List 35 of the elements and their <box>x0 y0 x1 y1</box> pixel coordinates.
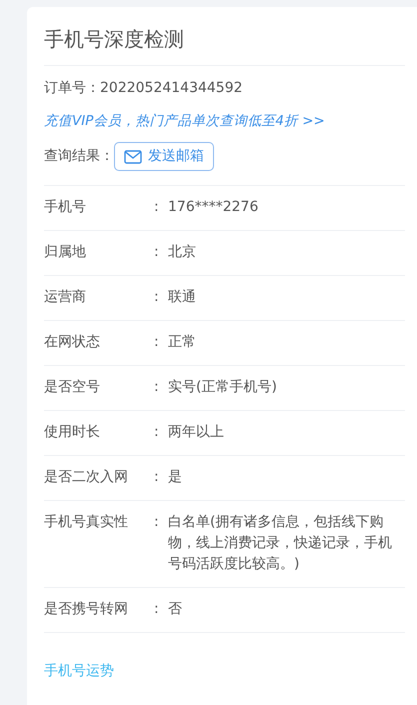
field-value: 176****2276 <box>168 198 260 217</box>
field-label: 运营商 <box>44 288 87 307</box>
colon: : <box>154 423 160 442</box>
order-number: 2022052414344592 <box>100 80 243 96</box>
colon: : <box>154 333 160 352</box>
colon: : <box>154 243 160 262</box>
field-value: 两年以上 <box>168 423 225 442</box>
field-value: 实号(正常手机号) <box>168 378 278 397</box>
result-label: 查询结果： <box>44 147 114 166</box>
field-label: 是否携号转网 <box>44 600 129 619</box>
vip-promo-link[interactable]: 充值VIP会员，热门产品单次查询低至4折 >> <box>44 113 325 129</box>
colon: : <box>154 513 160 532</box>
send-email-button[interactable]: 发送邮箱 <box>114 142 214 171</box>
field-label: 使用时长 <box>44 423 101 442</box>
colon: : <box>154 288 160 307</box>
field-value: 北京 <box>168 243 197 262</box>
field-label: 是否二次入网 <box>44 468 129 487</box>
field-value: 白名单(拥有诸多信息，包括线下购物，线上消费记录，快递记录，手机号码活跃度比较高。) <box>168 513 393 574</box>
colon: : <box>154 600 160 619</box>
page-title: 手机号深度检测 <box>44 7 405 66</box>
field-label: 手机号 <box>44 198 87 217</box>
field-value: 正常 <box>168 333 197 352</box>
field-value: 联通 <box>168 288 197 307</box>
field-label: 归属地 <box>44 243 87 262</box>
field-value: 否 <box>168 600 183 619</box>
colon: : <box>154 198 160 217</box>
order-label: 订单号： <box>44 80 100 96</box>
field-label: 在网状态 <box>44 333 101 352</box>
colon: : <box>154 468 160 487</box>
field-label: 手机号真实性 <box>44 513 129 532</box>
colon: : <box>154 378 160 397</box>
fortune-link[interactable]: 手机号运势 <box>44 661 114 682</box>
field-label: 是否空号 <box>44 378 101 397</box>
envelope-icon <box>124 150 142 164</box>
field-value: 是 <box>168 468 183 487</box>
